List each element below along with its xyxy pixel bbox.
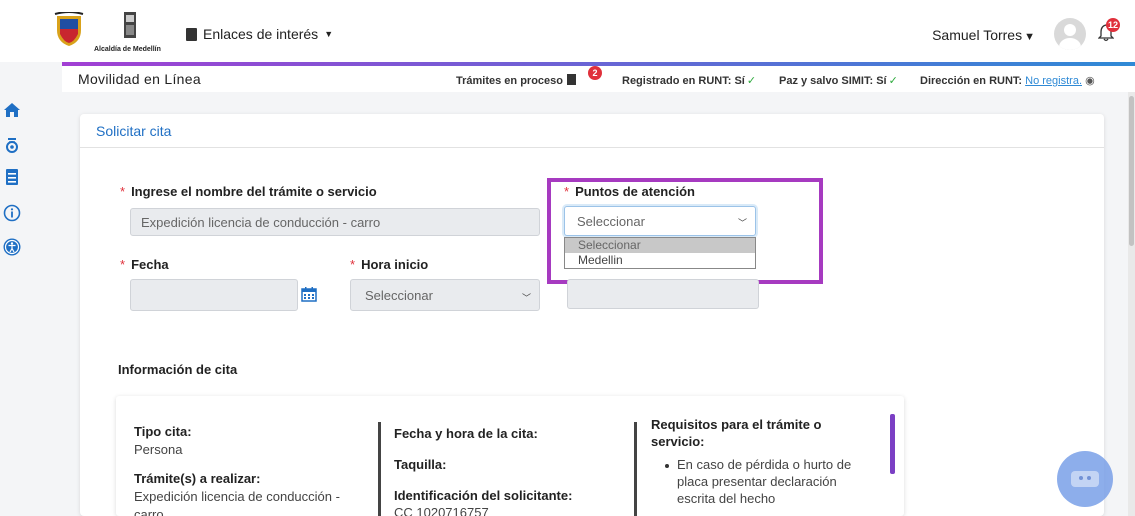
status-bar: Movilidad en Línea Trámites en proceso 2…	[62, 66, 1135, 92]
info-col-2: Fecha y hora de la cita: Taquilla: Ident…	[394, 426, 634, 516]
highlight-box	[547, 178, 823, 284]
info-cita-box: Tipo cita: Persona Trámite(s) a realizar…	[116, 396, 904, 516]
document-icon	[567, 74, 576, 85]
tipo-cita-value: Persona	[134, 442, 183, 457]
fecha-input[interactable]	[130, 279, 298, 311]
simit-value: Sí	[876, 75, 887, 87]
tramite-realizar-label: Trámite(s) a realizar:	[134, 471, 261, 486]
home-icon[interactable]	[2, 102, 22, 122]
tramites-badge: 2	[588, 66, 602, 80]
user-menu[interactable]: Samuel Torres ▼	[932, 27, 1035, 43]
requisito-line-1: En caso de pérdida o hurto de	[677, 457, 852, 472]
card-title: Solicitar cita	[96, 123, 172, 139]
accessibility-icon[interactable]	[2, 238, 22, 258]
page-scrollbar[interactable]	[1128, 92, 1135, 516]
direccion-status: Dirección en RUNT: No registra. ◉	[920, 74, 1095, 87]
sidebar	[0, 92, 26, 516]
extra-field[interactable]	[567, 279, 759, 309]
building-icon	[186, 27, 197, 41]
solicitar-cita-card: Solicitar cita * Ingrese el nombre del tr…	[80, 114, 1104, 516]
notification-button[interactable]: 12	[1097, 18, 1120, 42]
tramites-status[interactable]: Trámites en proceso 2	[456, 66, 602, 87]
required-mark: *	[120, 257, 126, 272]
tramite-value: Expedición licencia de conducción - carr…	[141, 214, 381, 230]
column-divider	[634, 422, 637, 516]
tramite-field: Expedición licencia de conducción - carr…	[130, 208, 540, 236]
direccion-label: Dirección en RUNT:	[920, 75, 1023, 87]
requisitos-label-cont: servicio:	[651, 434, 705, 449]
colombia-shield-icon	[54, 12, 84, 46]
calendar-icon[interactable]	[301, 286, 317, 302]
alcaldia-logo[interactable]: Alcaldía de Medellín	[50, 6, 180, 60]
check-icon: ✓	[746, 75, 757, 87]
chevron-down-icon: ﹀	[521, 293, 531, 303]
tramites-label: Trámites en proceso	[456, 75, 563, 87]
tower-logo-icon	[124, 12, 136, 38]
links-menu[interactable]: Enlaces de interés ▼	[186, 26, 333, 42]
identificacion-label: Identificación del solicitante:	[394, 488, 573, 503]
tramite-label-text: Ingrese el nombre del trámite o servicio	[131, 184, 377, 199]
column-divider	[378, 422, 381, 516]
requisito-item: En caso de pérdida o hurto de placa pres…	[651, 457, 883, 506]
runt-label: Registrado en RUNT:	[622, 75, 732, 87]
document-icon[interactable]	[2, 168, 22, 188]
hora-select[interactable]: Seleccionar ﹀	[350, 279, 540, 311]
simit-label: Paz y salvo SIMIT:	[779, 75, 874, 87]
requisito-line-3: escrita del hecho	[677, 491, 776, 506]
simit-status: Paz y salvo SIMIT: Sí ✓	[779, 74, 898, 87]
taquilla-label: Taquilla:	[394, 457, 447, 472]
page-title: Movilidad en Línea	[78, 71, 201, 87]
info-col-3: Requisitos para el trámite o servicio: E…	[651, 417, 883, 506]
info-col-1: Tipo cita: Persona Trámite(s) a realizar…	[134, 424, 364, 516]
fecha-label: * Fecha	[120, 257, 169, 272]
links-menu-label: Enlaces de interés	[203, 26, 319, 42]
info-title: Información de cita	[118, 362, 238, 377]
avatar[interactable]	[1054, 18, 1086, 50]
chatbot-button[interactable]	[1057, 451, 1113, 507]
caret-down-icon: ▼	[324, 29, 334, 39]
runt-status: Registrado en RUNT: Sí ✓	[622, 74, 756, 87]
page-scrollbar-thumb[interactable]	[1129, 96, 1134, 246]
tramite-label: * Ingrese el nombre del trámite o servici…	[120, 184, 377, 199]
caret-down-icon: ▼	[1024, 31, 1035, 43]
required-mark: *	[350, 257, 356, 272]
logo-text: Alcaldía de Medellín	[94, 46, 161, 53]
hora-label-text: Hora inicio	[361, 257, 429, 272]
tramite-realizar-value-cont: carro	[134, 507, 164, 516]
tramite-realizar-value: Expedición licencia de conducción -	[134, 489, 340, 504]
hora-label: * Hora inicio	[350, 257, 428, 272]
megaphone-icon[interactable]	[2, 136, 22, 156]
eye-icon[interactable]: ◉	[1085, 75, 1095, 87]
requisitos-scrollbar[interactable]	[890, 414, 895, 474]
fecha-hora-label: Fecha y hora de la cita:	[394, 426, 538, 441]
requisito-line-2: placa presentar declaración	[677, 474, 837, 489]
check-icon: ✓	[888, 75, 898, 87]
info-icon[interactable]	[2, 204, 22, 224]
fecha-label-text: Fecha	[131, 257, 169, 272]
card-header: Solicitar cita	[80, 114, 1104, 148]
identificacion-value: CC 1020716757	[394, 505, 489, 516]
requisitos-label: Requisitos para el trámite o	[651, 417, 822, 432]
hora-select-value: Seleccionar	[365, 287, 433, 303]
user-name: Samuel Torres	[932, 27, 1023, 43]
top-bar: Alcaldía de Medellín Enlaces de interés …	[0, 0, 1135, 62]
required-mark: *	[120, 184, 126, 199]
notification-badge: 12	[1106, 18, 1120, 32]
bullet-icon	[665, 463, 669, 468]
direccion-link[interactable]: No registra.	[1025, 75, 1082, 87]
runt-value: Sí	[734, 75, 745, 87]
tipo-cita-label: Tipo cita:	[134, 424, 192, 439]
